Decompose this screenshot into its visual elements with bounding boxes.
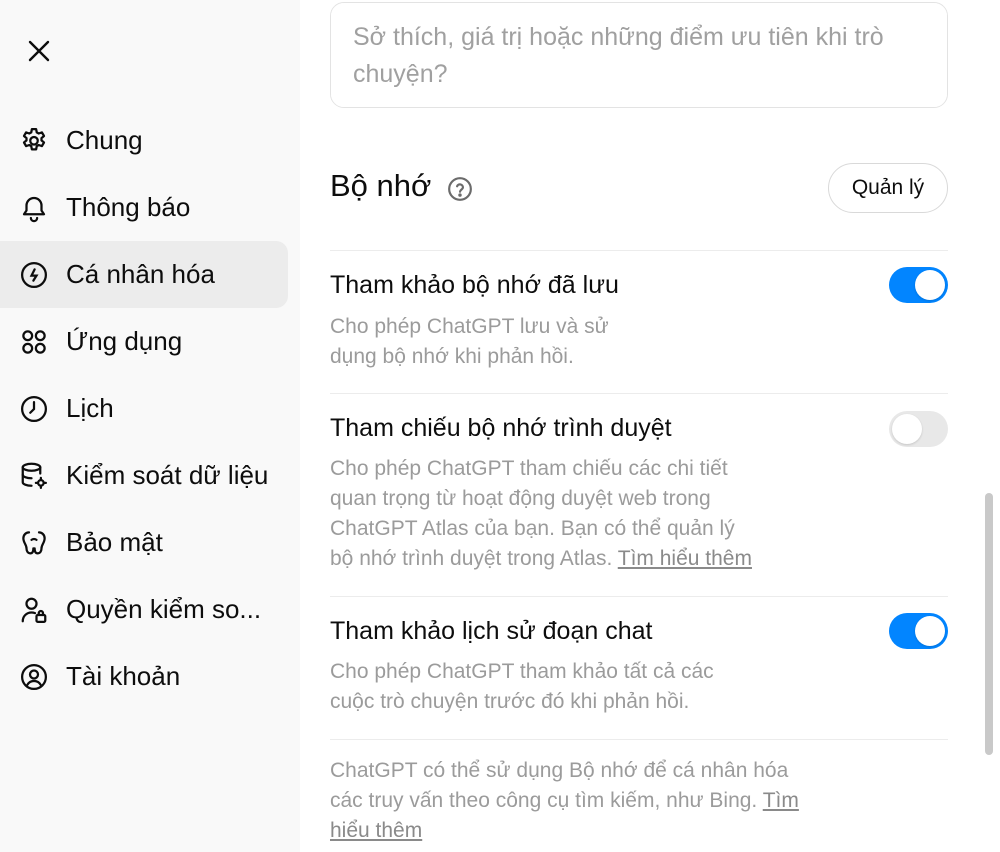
apps-grid-icon — [18, 326, 50, 358]
saved-memory-description: Cho phép ChatGPT lưu và sử dụng bộ nhớ k… — [330, 312, 609, 372]
divider — [330, 596, 948, 597]
saved-memory-title: Tham khảo bộ nhớ đã lưu — [330, 271, 619, 299]
toggle-knob — [915, 616, 945, 646]
help-icon[interactable] — [447, 176, 473, 202]
sidebar-item-data-controls[interactable]: Kiểm soát dữ liệu — [0, 442, 288, 509]
description-line: cuộc trò chuyện trước đó khi phản hồi. — [330, 690, 690, 713]
description-line: bộ nhớ trình duyệt trong Atlas. Tìm hiểu… — [330, 544, 752, 574]
divider — [330, 250, 948, 251]
sidebar-item-general[interactable]: Chung — [0, 107, 288, 174]
clock-icon — [18, 393, 50, 425]
security-icon — [18, 527, 50, 559]
sidebar-item-notifications[interactable]: Thông báo — [0, 174, 288, 241]
bell-icon — [18, 192, 50, 224]
user-lock-icon — [18, 594, 50, 626]
saved-memory-toggle[interactable] — [889, 267, 948, 303]
sidebar-item-parental-controls[interactable]: Quyền kiểm so... — [0, 576, 288, 643]
description-text: bộ nhớ trình duyệt trong Atlas. — [330, 547, 613, 570]
database-gear-icon — [18, 460, 50, 492]
gear-icon — [18, 125, 50, 157]
sidebar-item-security[interactable]: Bảo mật — [0, 509, 288, 576]
toggle-knob — [892, 414, 922, 444]
sidebar-item-label: Cá nhân hóa — [66, 259, 215, 289]
note-line: các truy vấn theo công cụ tìm kiếm, như … — [330, 786, 799, 816]
browser-memory-description: Cho phép ChatGPT tham chiếu các chi tiết… — [330, 454, 752, 574]
description-line: ChatGPT Atlas của bạn. Bạn có thể quản l… — [330, 517, 735, 540]
learn-more-link[interactable]: hiểu thêm — [330, 819, 422, 842]
close-button[interactable] — [22, 34, 56, 68]
personalization-icon — [18, 259, 50, 291]
learn-more-link[interactable]: Tìm hiểu thêm — [618, 547, 752, 570]
chat-history-title: Tham khảo lịch sử đoạn chat — [330, 617, 653, 645]
note-line: ChatGPT có thể sử dụng Bộ nhớ để cá nhân… — [330, 759, 789, 782]
description-line: Cho phép ChatGPT lưu và sử — [330, 315, 609, 338]
chat-history-toggle[interactable] — [889, 613, 948, 649]
chat-history-description: Cho phép ChatGPT tham khảo tất cả các cu… — [330, 657, 714, 717]
sidebar-item-label: Quyền kiểm so... — [66, 594, 262, 624]
sidebar-item-label: Lịch — [66, 393, 114, 423]
description-line: dụng bộ nhớ khi phản hồi. — [330, 345, 574, 368]
account-icon — [18, 661, 50, 693]
memory-search-note: ChatGPT có thể sử dụng Bộ nhớ để cá nhân… — [330, 756, 799, 846]
description-line: Cho phép ChatGPT tham khảo tất cả các — [330, 660, 714, 683]
sidebar-item-label: Tài khoản — [66, 661, 181, 691]
note-text: các truy vấn theo công cụ tìm kiếm, như … — [330, 789, 758, 812]
sidebar-item-label: Chung — [66, 125, 143, 155]
manage-memory-button[interactable]: Quản lý — [828, 163, 948, 213]
description-line: Cho phép ChatGPT tham chiếu các chi tiết — [330, 457, 728, 480]
interests-input[interactable] — [330, 2, 948, 108]
sidebar-item-schedule[interactable]: Lịch — [0, 375, 288, 442]
sidebar-item-personalization[interactable]: Cá nhân hóa — [0, 241, 288, 308]
browser-memory-title: Tham chiếu bộ nhớ trình duyệt — [330, 414, 672, 442]
sidebar-item-apps[interactable]: Ứng dụng — [0, 308, 288, 375]
memory-section-title: Bộ nhớ — [330, 168, 432, 203]
settings-sidebar: Chung Thông báo Cá nhân hóa Ứng dụng Lịc… — [0, 0, 300, 852]
close-icon — [28, 40, 50, 62]
personalization-panel: Bộ nhớ Quản lý Tham khảo bộ nhớ đã lưu C… — [300, 0, 1000, 852]
scrollbar-thumb[interactable] — [985, 493, 993, 755]
sidebar-item-label: Ứng dụng — [66, 326, 183, 356]
learn-more-link[interactable]: Tìm — [763, 789, 799, 812]
description-line: quan trọng từ hoạt động duyệt web trong — [330, 487, 711, 510]
browser-memory-toggle[interactable] — [889, 411, 948, 447]
sidebar-item-label: Bảo mật — [66, 527, 163, 557]
settings-nav: Chung Thông báo Cá nhân hóa Ứng dụng Lịc… — [0, 107, 300, 710]
divider — [330, 393, 948, 394]
toggle-knob — [915, 270, 945, 300]
sidebar-item-account[interactable]: Tài khoản — [0, 643, 288, 710]
divider — [330, 739, 948, 740]
sidebar-item-label: Thông báo — [66, 192, 191, 222]
sidebar-item-label: Kiểm soát dữ liệu — [66, 460, 269, 490]
